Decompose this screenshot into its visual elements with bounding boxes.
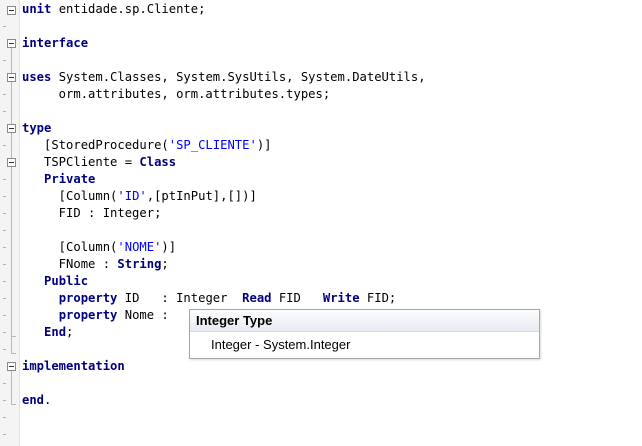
code-token: [Column(: [22, 189, 118, 203]
fold-guide-line: [11, 371, 12, 404]
keyword-token: implementation: [22, 359, 125, 373]
string-token: 'ID': [117, 189, 147, 203]
code-token: System.Classes, System.SysUtils, System.…: [51, 70, 426, 84]
line-tick: [3, 213, 6, 214]
code-token: [Column(: [22, 240, 118, 254]
string-token: 'NOME': [117, 240, 162, 254]
keyword-token: End: [44, 325, 67, 339]
line-tick: [3, 247, 6, 248]
fold-guide-line: [11, 48, 12, 353]
code-token: )]: [161, 240, 177, 254]
string-token: 'SP_CLIENTE': [168, 138, 257, 152]
line-tick: [3, 315, 6, 316]
keyword-token: Public: [44, 274, 89, 288]
line-tick: [3, 94, 6, 95]
keyword-token: uses: [22, 70, 52, 84]
fold-toggle-icon[interactable]: [7, 158, 16, 167]
keyword-token: Class: [139, 155, 177, 169]
code-token: ;: [161, 257, 169, 271]
line-tick: [3, 145, 6, 146]
code-line[interactable]: [Column('ID',[ptInPut],[])]: [22, 188, 257, 205]
tooltip-header: Integer Type: [190, 310, 539, 332]
keyword-token: type: [22, 121, 52, 135]
code-line[interactable]: TSPCliente = Class: [22, 154, 176, 171]
keyword-token: interface: [22, 36, 89, 50]
code-line[interactable]: interface: [22, 35, 88, 52]
line-tick: [3, 179, 6, 180]
code-token: entidade.sp.Cliente;: [51, 2, 206, 16]
code-token: FID;: [359, 291, 397, 305]
fold-toggle-icon[interactable]: [7, 6, 16, 15]
line-tick: [3, 60, 6, 61]
keyword-token: Write: [322, 291, 360, 305]
keyword-token: end: [22, 393, 45, 407]
code-line[interactable]: Private: [22, 171, 95, 188]
code-token: ID : Integer: [117, 291, 243, 305]
keyword-token: Read: [242, 291, 272, 305]
line-tick: [3, 332, 6, 333]
fold-toggle-icon[interactable]: [7, 73, 16, 82]
code-line[interactable]: Public: [22, 273, 88, 290]
code-token: ;: [66, 325, 74, 339]
code-token: orm.attributes, orm.attributes.types;: [22, 87, 331, 101]
code-line[interactable]: orm.attributes, orm.attributes.types;: [22, 86, 331, 103]
code-line[interactable]: [Column('NOME')]: [22, 239, 176, 256]
code-token: Nome :: [117, 308, 177, 322]
fold-end-marker: [11, 336, 16, 337]
code-line[interactable]: unit entidade.sp.Cliente;: [22, 1, 205, 18]
line-tick: [3, 26, 6, 27]
fold-toggle-icon[interactable]: [7, 362, 16, 371]
code-line[interactable]: property Nome :: [22, 307, 176, 324]
line-tick: [3, 383, 6, 384]
line-tick: [3, 230, 6, 231]
fold-end-marker: [11, 353, 16, 354]
fold-toggle-icon[interactable]: [7, 124, 16, 133]
line-tick: [3, 349, 6, 350]
code-line[interactable]: End;: [22, 324, 73, 341]
code-line[interactable]: uses System.Classes, System.SysUtils, Sy…: [22, 69, 426, 86]
fold-end-marker: [11, 404, 16, 405]
code-token: [StoredProcedure(: [22, 138, 169, 152]
keyword-token: String: [117, 257, 162, 271]
line-tick: [3, 400, 6, 401]
keyword-token: Private: [44, 172, 96, 186]
code-line[interactable]: implementation: [22, 358, 125, 375]
keyword-token: property: [58, 291, 118, 305]
code-line[interactable]: property ID : Integer Read FID Write FID…: [22, 290, 397, 307]
code-token: TSPCliente =: [22, 155, 140, 169]
code-line[interactable]: [StoredProcedure('SP_CLIENTE')]: [22, 137, 272, 154]
line-tick: [3, 434, 6, 435]
code-line[interactable]: FNome : String;: [22, 256, 169, 273]
code-line[interactable]: type: [22, 120, 51, 137]
keyword-token: unit: [22, 2, 52, 16]
code-token: FID : Integer;: [22, 206, 162, 220]
code-token: ,[ptInPut],[])]: [146, 189, 257, 203]
code-line[interactable]: FID : Integer;: [22, 205, 162, 222]
editor-gutter: [0, 0, 20, 446]
line-tick: [3, 196, 6, 197]
line-tick: [3, 417, 6, 418]
code-token: )]: [256, 138, 272, 152]
code-token: FNome :: [22, 257, 118, 271]
code-insight-tooltip: Integer Type Integer - System.Integer: [189, 309, 540, 359]
code-token: .: [44, 393, 52, 407]
keyword-token: property: [58, 308, 118, 322]
fold-toggle-icon[interactable]: [7, 39, 16, 48]
code-line[interactable]: end.: [22, 392, 51, 409]
tooltip-item[interactable]: Integer - System.Integer: [190, 332, 539, 358]
line-tick: [3, 264, 6, 265]
line-tick: [3, 298, 6, 299]
line-tick: [3, 281, 6, 282]
line-tick: [3, 111, 6, 112]
code-token: FID: [271, 291, 323, 305]
